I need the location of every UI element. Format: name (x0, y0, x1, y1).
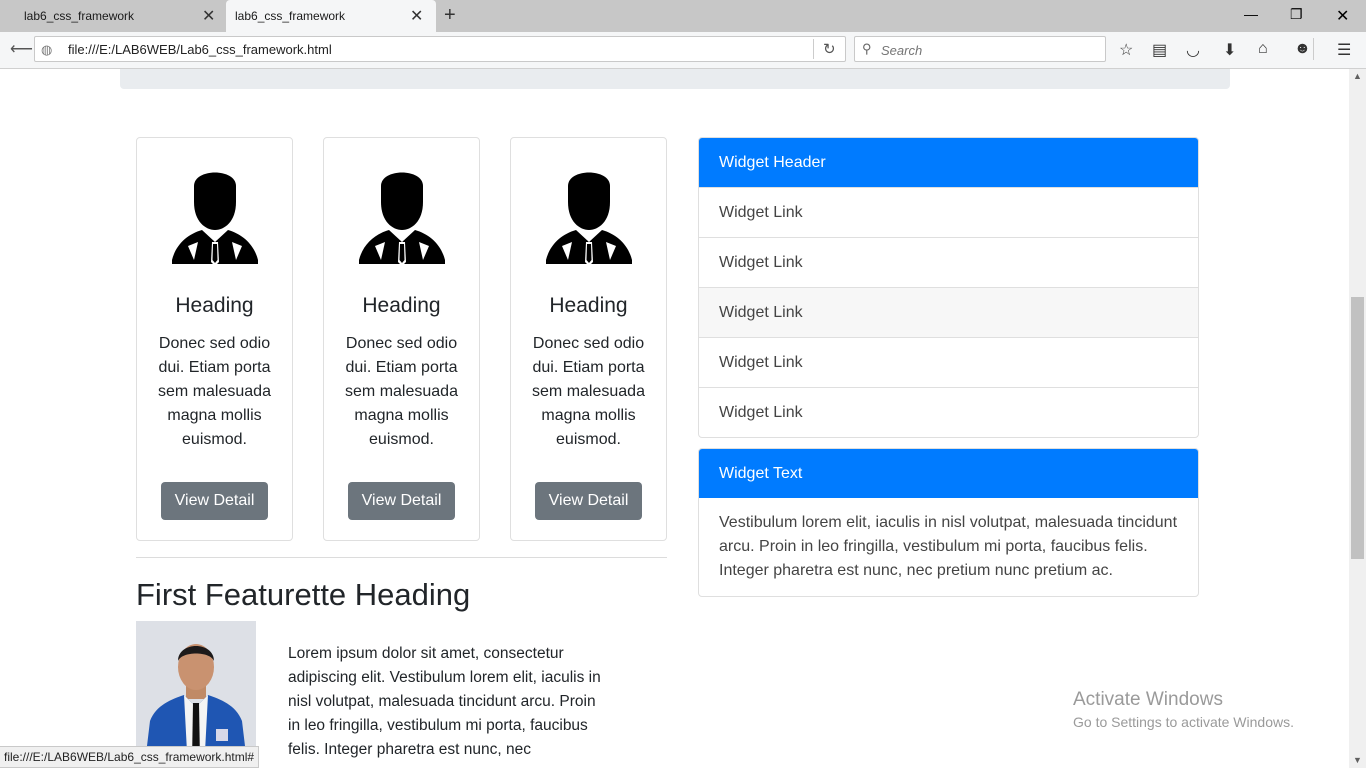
tab-title: lab6_css_framework (24, 9, 135, 23)
widget-links-panel: Widget Header Widget Link Widget Link Wi… (698, 137, 1199, 438)
scroll-down-icon[interactable]: ▼ (1353, 755, 1362, 765)
activation-subtitle: Go to Settings to activate Windows. (1073, 714, 1294, 730)
restore-icon[interactable]: ❐ (1290, 6, 1303, 23)
widget-link[interactable]: Widget Link (699, 337, 1198, 387)
bookmark-star-icon[interactable]: ☆ (1119, 40, 1133, 60)
widget-link[interactable]: Widget Link (699, 237, 1198, 287)
reload-icon[interactable]: ↻ (823, 40, 836, 58)
card-text: Donec sed odio dui. Etiam porta sem male… (532, 335, 645, 448)
feedback-icon[interactable]: ☻ (1294, 40, 1311, 58)
back-icon[interactable]: ⟵ (10, 39, 33, 59)
widget-header: Widget Header (699, 138, 1198, 187)
profile-card: Heading Donec sed odio dui. Etiam porta … (136, 137, 293, 541)
divider (813, 39, 814, 59)
menu-icon[interactable]: ☰ (1337, 40, 1351, 60)
download-icon[interactable]: ⬇ (1223, 40, 1236, 60)
widget-link[interactable]: Widget Link (699, 187, 1198, 237)
widget-text-header: Widget Text (699, 449, 1198, 498)
divider (1313, 38, 1314, 60)
url-text: file:///E:/LAB6WEB/Lab6_css_framework.ht… (68, 42, 332, 57)
featurette-text: Lorem ipsum dolor sit amet, consectetur … (288, 645, 601, 758)
window-close-icon[interactable]: ✕ (1336, 6, 1349, 26)
globe-icon: ◍ (41, 42, 53, 57)
widget-link[interactable]: Widget Link (699, 287, 1198, 337)
view-detail-button[interactable]: View Detail (348, 482, 455, 520)
jumbotron (120, 69, 1230, 89)
view-detail-button[interactable]: View Detail (161, 482, 268, 520)
divider (136, 557, 667, 558)
widget-text-body: Vestibulum lorem elit, iaculis in nisl v… (719, 514, 1178, 579)
card-heading: Heading (362, 294, 441, 317)
browser-tab[interactable]: lab6_css_framework ✕ (0, 0, 225, 32)
new-tab-icon[interactable]: + (444, 4, 456, 27)
card-text: Donec sed odio dui. Etiam porta sem male… (345, 335, 458, 448)
card-text: Donec sed odio dui. Etiam porta sem male… (158, 335, 271, 448)
minimize-icon[interactable]: — (1244, 6, 1258, 22)
windows-activation-watermark: Activate Windows Go to Settings to activ… (1073, 689, 1294, 730)
card-heading: Heading (549, 294, 628, 317)
status-bar: file:///E:/LAB6WEB/Lab6_css_framework.ht… (0, 746, 260, 768)
card-heading: Heading (175, 294, 254, 317)
page-viewport: Heading Donec sed odio dui. Etiam porta … (0, 69, 1349, 768)
tab-bar: lab6_css_framework ✕ lab6_css_framework … (0, 0, 1366, 32)
search-icon: ⚲ (862, 41, 872, 56)
featurette-heading: First Featurette Heading (136, 577, 471, 612)
scroll-up-icon[interactable]: ▲ (1353, 71, 1362, 81)
scrollbar-thumb[interactable] (1351, 297, 1364, 559)
user-avatar-icon (172, 172, 258, 266)
view-detail-button[interactable]: View Detail (535, 482, 642, 520)
browser-tab-active[interactable]: lab6_css_framework ✕ (226, 0, 436, 32)
profile-card: Heading Donec sed odio dui. Etiam porta … (510, 137, 667, 541)
navigation-toolbar: ⟵ ◍ file:///E:/LAB6WEB/Lab6_css_framewor… (0, 32, 1366, 69)
activation-title: Activate Windows (1073, 689, 1223, 710)
widget-text-panel: Widget Text Vestibulum lorem elit, iacul… (698, 448, 1199, 597)
home-icon[interactable]: ⌂ (1258, 40, 1268, 58)
tab-title: lab6_css_framework (235, 9, 346, 23)
close-tab-icon[interactable]: ✕ (202, 6, 215, 26)
vertical-scrollbar[interactable]: ▲ ▼ (1349, 69, 1366, 768)
profile-card: Heading Donec sed odio dui. Etiam porta … (323, 137, 480, 541)
address-bar[interactable]: ◍ file:///E:/LAB6WEB/Lab6_css_framework.… (34, 36, 846, 62)
status-url: file:///E:/LAB6WEB/Lab6_css_framework.ht… (4, 750, 255, 764)
user-avatar-icon (359, 172, 445, 266)
widget-link[interactable]: Widget Link (699, 387, 1198, 437)
close-tab-icon[interactable]: ✕ (410, 6, 423, 26)
search-input[interactable] (879, 40, 1103, 60)
user-avatar-icon (546, 172, 632, 266)
reading-list-icon[interactable]: ▤ (1152, 40, 1167, 60)
search-box[interactable]: ⚲ (854, 36, 1106, 62)
pocket-icon[interactable]: ◡ (1186, 40, 1200, 60)
